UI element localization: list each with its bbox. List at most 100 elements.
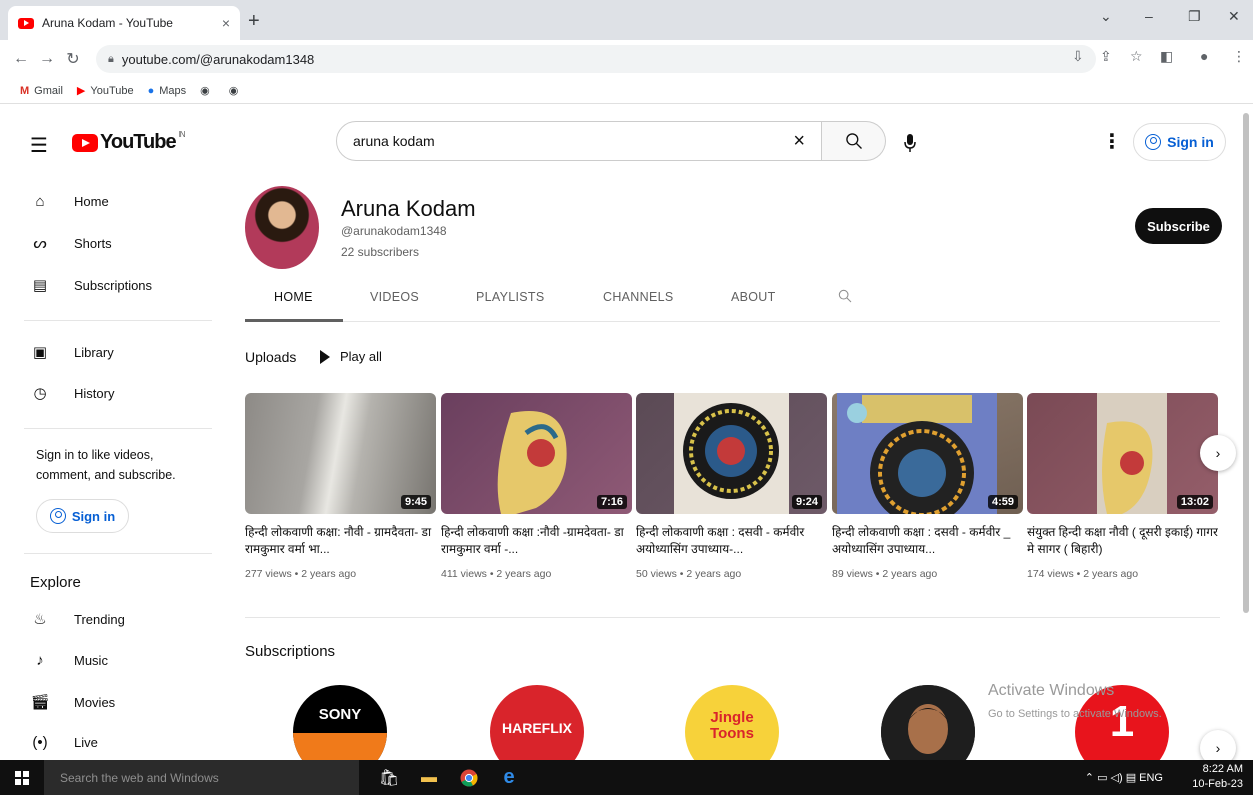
profile-icon[interactable]: ●: [1200, 48, 1208, 64]
sidebar-item-subscriptions[interactable]: ▤ Subscriptions: [30, 276, 152, 294]
video-card[interactable]: 7:16 हिन्दी लोकवाणी कक्षा :नौवी -ग्रामदे…: [441, 393, 632, 580]
movies-icon: 🎬︎: [30, 694, 50, 711]
bookmarks-bar: M Gmail ▶ YouTube ● Maps ◉ ◉: [0, 78, 1253, 104]
channel-handle: @arunakodam1348: [341, 224, 447, 238]
video-title[interactable]: हिन्दी लोकवाणी कक्षा: नौवी - ग्रामदैवता-…: [245, 524, 436, 558]
tab-close-button[interactable]: ×: [222, 15, 230, 31]
subscribe-button[interactable]: Subscribe: [1135, 208, 1222, 244]
sidebar-divider: [24, 553, 212, 554]
channel-search-icon[interactable]: [837, 288, 853, 304]
video-title[interactable]: हिन्दी लोकवाणी कक्षा : दसवी - कर्मवीर _ …: [832, 524, 1023, 558]
windows-logo-icon: [15, 770, 29, 785]
edge-icon[interactable]: e: [489, 766, 529, 789]
page-scrollbar[interactable]: [1243, 113, 1249, 613]
video-thumbnail[interactable]: 9:24: [636, 393, 827, 514]
restore-icon[interactable]: ❐: [1188, 8, 1201, 25]
taskbar-search-input[interactable]: Search the web and Windows: [44, 760, 359, 795]
youtube-icon: ▶: [76, 85, 86, 97]
tab-home[interactable]: HOME: [274, 290, 313, 304]
music-icon: ♪: [36, 652, 44, 669]
uploads-next-button[interactable]: ›: [1200, 435, 1236, 471]
tab-search-icon[interactable]: ⌄: [1100, 8, 1112, 25]
channel-avatar[interactable]: [245, 186, 319, 269]
bookmark-maps[interactable]: ● Maps: [148, 85, 187, 97]
video-card[interactable]: 9:45 हिन्दी लोकवाणी कक्षा: नौवी - ग्रामद…: [245, 393, 436, 580]
settings-more-icon[interactable]: ⋮: [1102, 129, 1122, 154]
bookmark-globe-2[interactable]: ◉: [229, 84, 244, 97]
video-title[interactable]: हिन्दी लोकवाणी कक्षा :नौवी -ग्रामदेवता- …: [441, 524, 632, 558]
taskbar-clock[interactable]: 8:22 AM 10-Feb-23: [1192, 762, 1243, 792]
channel-tabs: HOME VIDEOS PLAYLISTS CHANNELS ABOUT: [245, 280, 1220, 322]
new-tab-button[interactable]: +: [248, 10, 260, 33]
video-thumbnail[interactable]: 4:59: [832, 393, 1023, 514]
video-card[interactable]: 9:24 हिन्दी लोकवाणी कक्षा : दसवी - कर्मव…: [636, 393, 827, 580]
sidebar-sign-in-button[interactable]: Sign in: [36, 499, 129, 533]
bookmark-globe-1[interactable]: ◉: [200, 84, 215, 97]
play-all-button[interactable]: Play all: [320, 349, 382, 364]
youtube-play-icon: [72, 133, 98, 152]
video-duration: 9:24: [791, 495, 822, 509]
sidebar-item-home[interactable]: ⌂ Home: [30, 193, 108, 210]
search-input[interactable]: aruna kodam ×: [336, 121, 822, 161]
uploads-heading[interactable]: Uploads: [245, 349, 296, 365]
video-meta: 89 views • 2 years ago: [832, 568, 938, 580]
reload-icon[interactable]: ↻: [60, 49, 86, 69]
video-meta: 174 views • 2 years ago: [1027, 568, 1139, 580]
tab-videos[interactable]: VIDEOS: [370, 290, 419, 304]
video-thumbnail[interactable]: 7:16: [441, 393, 632, 514]
sidebar-item-trending[interactable]: ♨ Trending: [30, 610, 125, 628]
browser-tab-bar: Aruna Kodam - YouTube × + ⌄ – ❐ ✕: [0, 0, 1253, 40]
close-window-icon[interactable]: ✕: [1228, 8, 1240, 25]
subscriptions-heading: Subscriptions: [245, 643, 336, 660]
browser-menu-icon[interactable]: ⋮: [1232, 48, 1246, 65]
clear-search-icon[interactable]: ×: [793, 130, 805, 153]
sidebar-item-movies[interactable]: 🎬︎ Movies: [30, 693, 115, 711]
chrome-icon[interactable]: [449, 769, 489, 787]
tab-about[interactable]: ABOUT: [731, 290, 776, 304]
install-icon[interactable]: ⇩: [1072, 48, 1084, 65]
browser-tab[interactable]: Aruna Kodam - YouTube ×: [8, 6, 240, 40]
sidebar-item-shorts[interactable]: ᔕ Shorts: [30, 234, 111, 252]
file-explorer-icon[interactable]: ▬: [409, 769, 449, 787]
store-icon[interactable]: 🛍︎: [369, 768, 409, 788]
bookmark-star-icon[interactable]: ☆: [1130, 48, 1143, 65]
chrome-logo-icon: [460, 769, 478, 786]
video-card[interactable]: 13:02 संयुक्त हिन्दी कक्षा नौवी ( दूसरी …: [1027, 393, 1218, 580]
windows-taskbar: Search the web and Windows 🛍︎ ▬ e ⌃ ▭ ◁)…: [0, 760, 1253, 795]
bookmark-gmail[interactable]: M Gmail: [20, 85, 63, 97]
sign-in-button[interactable]: Sign in: [1133, 123, 1226, 161]
video-meta: 411 views • 2 years ago: [441, 568, 552, 580]
language-indicator: ENG: [1139, 772, 1163, 784]
video-card[interactable]: 4:59 हिन्दी लोकवाणी कक्षा : दसवी - कर्मव…: [832, 393, 1023, 580]
bookmark-youtube[interactable]: ▶ YouTube: [76, 84, 134, 98]
share-icon[interactable]: ⇪: [1100, 48, 1112, 65]
sidebar-item-music[interactable]: ♪ Music: [30, 652, 108, 669]
forward-icon[interactable]: →: [34, 50, 60, 68]
side-panel-icon[interactable]: ◧: [1160, 48, 1173, 65]
tab-playlists[interactable]: PLAYLISTS: [476, 290, 544, 304]
live-icon: (•): [32, 734, 48, 751]
youtube-logo[interactable]: YouTube IN: [72, 130, 186, 154]
tab-channels[interactable]: CHANNELS: [603, 290, 673, 304]
search-button[interactable]: [822, 121, 886, 161]
menu-icon[interactable]: ☰: [30, 133, 48, 158]
windows-start-icon[interactable]: [0, 770, 44, 785]
system-tray[interactable]: ⌃ ▭ ◁) ▤ ENG: [1085, 771, 1163, 784]
sidebar-item-history[interactable]: ◷ History: [30, 384, 114, 402]
video-title[interactable]: हिन्दी लोकवाणी कक्षा : दसवी - कर्मवीर अय…: [636, 524, 827, 558]
address-input[interactable]: 🔒︎ youtube.com/@arunakodam1348: [96, 45, 1096, 73]
subscriptions-icon: ▤: [32, 277, 48, 294]
microphone-icon[interactable]: [903, 133, 917, 153]
minimize-icon[interactable]: –: [1145, 8, 1153, 24]
video-thumbnail[interactable]: 13:02: [1027, 393, 1218, 514]
video-thumbnail[interactable]: 9:45: [245, 393, 436, 514]
lock-icon: 🔒︎: [108, 52, 114, 65]
youtube-favicon-icon: [18, 17, 34, 29]
video-title[interactable]: संयुक्त हिन्दी कक्षा नौवी ( दूसरी इकाई) …: [1027, 524, 1218, 558]
search-bar: aruna kodam ×: [336, 121, 886, 161]
channel-name: Aruna Kodam: [341, 196, 476, 221]
back-icon[interactable]: ←: [8, 50, 34, 68]
section-divider: [245, 617, 1220, 618]
sidebar-item-library[interactable]: ▣ Library: [30, 343, 114, 361]
sidebar-item-live[interactable]: (•) Live: [30, 734, 97, 751]
